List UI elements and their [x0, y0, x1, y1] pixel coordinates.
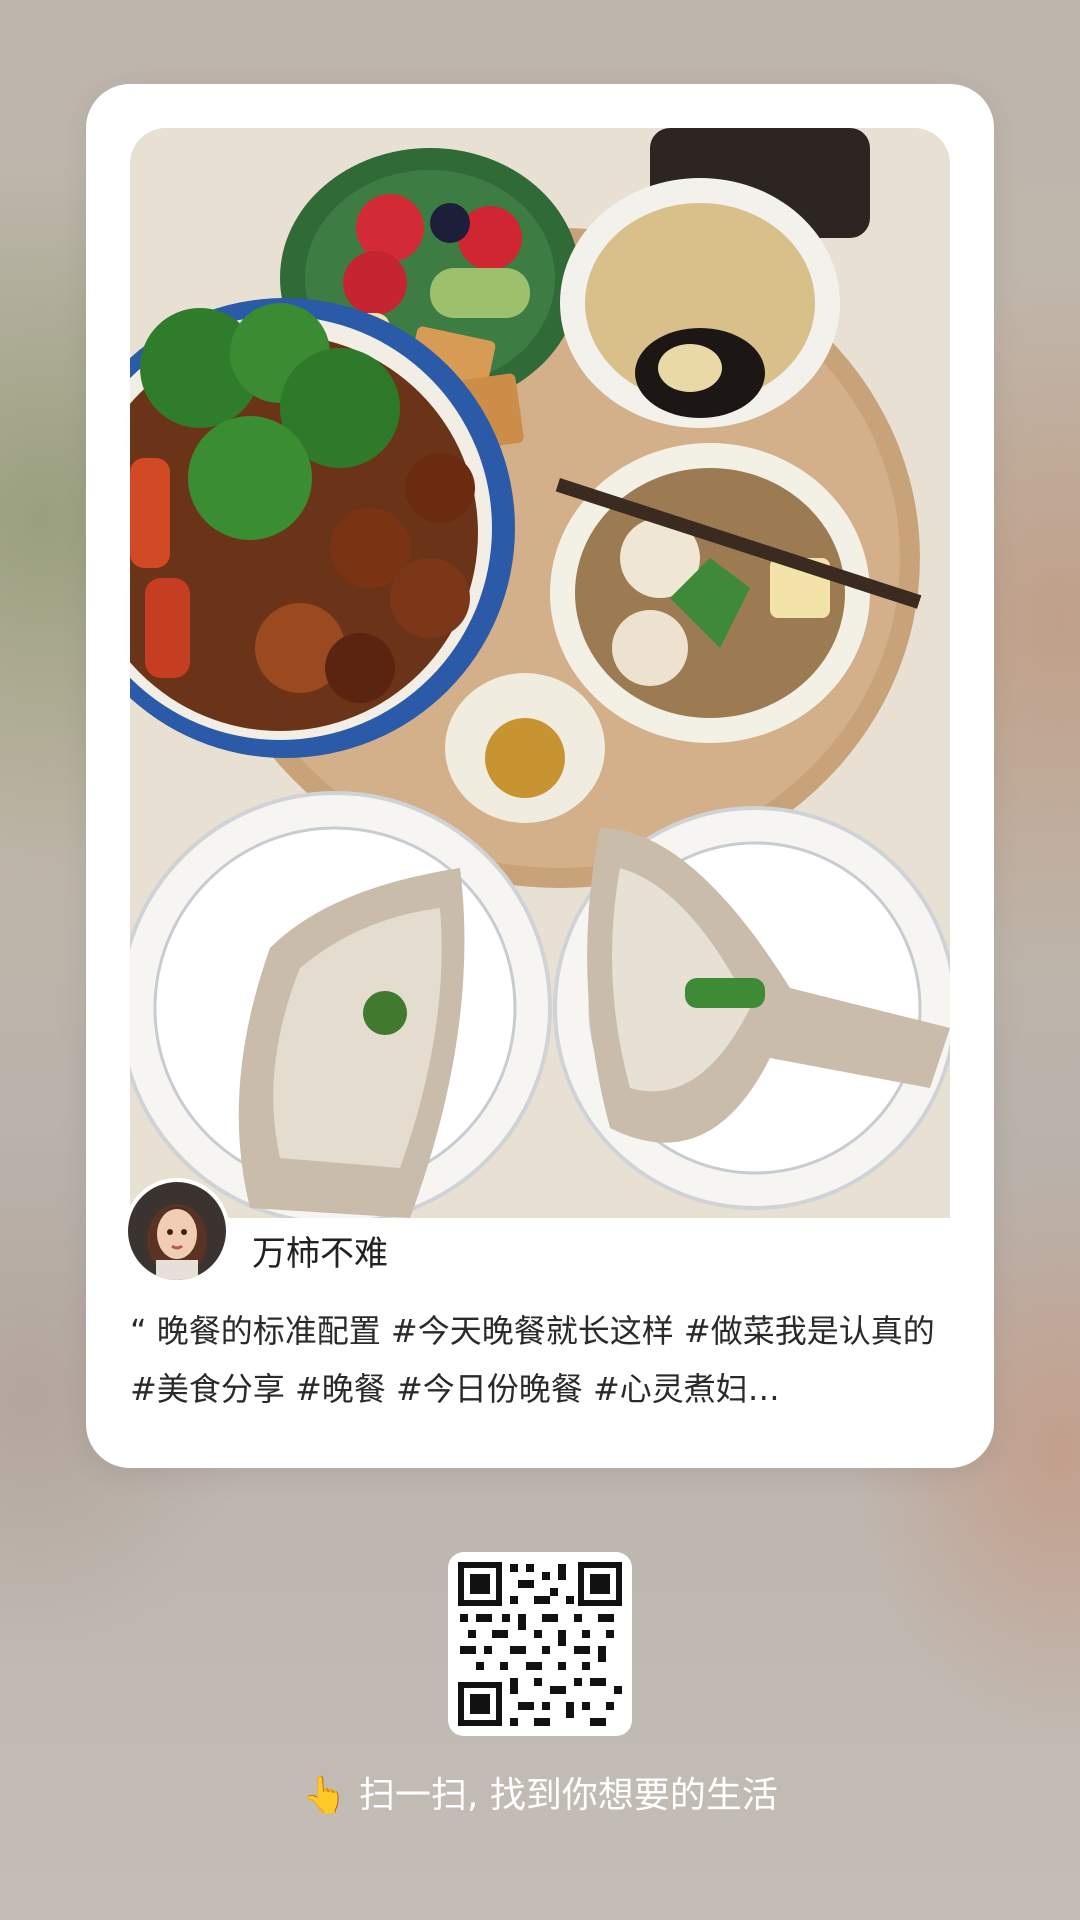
- author-avatar[interactable]: [124, 1178, 230, 1284]
- qr-code-icon: [458, 1562, 622, 1726]
- pointing-hand-icon: 👆: [302, 1775, 347, 1816]
- share-card[interactable]: 万柿不难 “ 晚餐的标准配置 #今天晚餐就长这样 #做菜我是认真的 #美食分享 …: [86, 84, 994, 1468]
- scan-hint: 👆 扫一扫, 找到你想要的生活: [0, 1774, 1080, 1818]
- food-photo: [130, 128, 950, 1218]
- qr-code[interactable]: [448, 1552, 632, 1736]
- scan-hint-text: 扫一扫, 找到你想要的生活: [358, 1775, 778, 1816]
- author-name[interactable]: 万柿不难: [252, 1234, 388, 1274]
- post-description: “ 晚餐的标准配置 #今天晚餐就长这样 #做菜我是认真的 #美食分享 #晚餐 #…: [130, 1312, 935, 1408]
